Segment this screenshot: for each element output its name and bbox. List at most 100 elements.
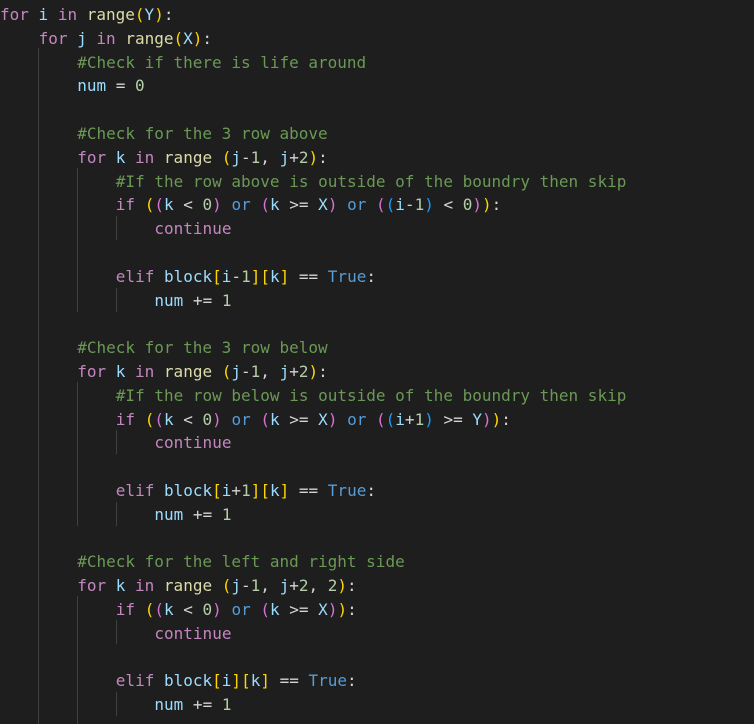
code-token: j	[279, 147, 290, 167]
code-line[interactable]: continue	[154, 431, 231, 455]
code-token: k	[270, 409, 280, 429]
code-line[interactable]: for k in range (j-1, j+2, 2):	[77, 574, 356, 598]
code-token: >=	[279, 409, 319, 429]
code-line[interactable]: elif block[i+1][k] == True:	[116, 479, 376, 503]
code-token: )	[337, 576, 348, 596]
code-token: if	[115, 195, 136, 215]
code-token: j	[77, 28, 87, 48]
code-token: -	[404, 195, 415, 215]
code-token: num	[154, 504, 184, 524]
code-line[interactable]: num += 1	[154, 503, 231, 527]
code-token: j	[231, 362, 242, 381]
code-line[interactable]: for j in range(X):	[39, 27, 212, 51]
code-line[interactable]: #Check for the 3 row above	[77, 122, 327, 146]
code-line[interactable]: #Check for the 3 row below	[77, 336, 327, 360]
code-token: range	[125, 28, 174, 48]
code-token: [	[260, 266, 270, 286]
code-token: :	[366, 266, 376, 286]
code-token: )	[472, 195, 483, 215]
code-line[interactable]: #Check if there is life around	[77, 51, 366, 75]
code-token: +=	[183, 504, 222, 524]
code-token: >=	[279, 600, 319, 619]
code-token: continue	[154, 433, 232, 453]
code-token: [	[241, 671, 251, 691]
code-token: )	[337, 600, 348, 619]
code-editor[interactable]: for i in range(Y): for j in range(X): #Che…	[0, 0, 754, 724]
code-line[interactable]: elif block[i-1][k] == True:	[116, 265, 376, 289]
code-token: for	[77, 147, 107, 167]
code-token: )	[327, 409, 338, 429]
code-token: (	[221, 576, 232, 596]
code-line[interactable]: num += 1	[154, 289, 231, 313]
code-token: in	[135, 576, 155, 596]
code-token: +=	[183, 290, 222, 310]
code-token: or	[231, 600, 251, 619]
code-token: [	[212, 671, 222, 691]
indent-guide	[116, 620, 117, 644]
code-token: (	[221, 147, 232, 167]
code-line[interactable]: num = 0	[77, 74, 144, 98]
code-line[interactable]: continue	[154, 217, 231, 241]
code-token: )	[491, 409, 502, 429]
code-token: >=	[433, 409, 473, 429]
code-line[interactable]: #If the row below is outside of the boun…	[116, 384, 627, 408]
code-token: (	[260, 409, 270, 429]
code-token: num	[77, 76, 107, 96]
code-token: i	[221, 671, 232, 691]
code-line[interactable]: for i in range(Y):	[0, 3, 173, 27]
code-token: :	[202, 28, 213, 48]
code-token: k	[269, 266, 280, 286]
code-line[interactable]: if ((k < 0) or (k >= X)):	[116, 598, 357, 622]
code-line[interactable]: elif block[i][k] == True:	[116, 669, 357, 693]
code-token: [	[260, 481, 270, 500]
code-line[interactable]: num += 1	[154, 693, 231, 717]
code-line[interactable]: for k in range (j-1, j+2):	[77, 360, 328, 384]
code-token: 1	[250, 147, 261, 167]
code-token: 1	[414, 409, 425, 429]
code-line[interactable]: #Check for the left and right side	[77, 550, 405, 574]
code-token: 0	[202, 195, 213, 215]
code-line[interactable]: if ((k < 0) or (k >= X) or ((i+1) >= Y))…	[116, 408, 511, 432]
code-token: i	[221, 481, 232, 500]
code-token: j	[231, 147, 242, 167]
code-token: (	[144, 600, 155, 619]
indent-guide	[38, 48, 39, 724]
code-token: range	[163, 147, 213, 167]
code-line[interactable]: if ((k < 0) or (k >= X) or ((i-1) < 0)):	[116, 193, 502, 217]
code-token: )	[192, 28, 203, 48]
code-token: block	[163, 671, 213, 691]
code-line[interactable]: for k in range (j-1, j+2):	[77, 146, 328, 170]
code-token: -	[231, 266, 242, 286]
code-line[interactable]: continue	[154, 622, 231, 646]
code-token: (	[376, 195, 386, 215]
code-token: (	[154, 195, 164, 215]
code-token: 0	[202, 409, 213, 429]
code-token: (	[221, 362, 232, 381]
indent-guide	[116, 288, 117, 312]
code-token: )	[212, 195, 222, 215]
code-token: ,	[308, 576, 328, 596]
code-line[interactable]: #If the row above is outside of the boun…	[116, 170, 627, 194]
code-token: -	[241, 362, 251, 381]
code-token: block	[163, 481, 213, 500]
code-token: k	[163, 195, 174, 215]
code-token: i	[221, 266, 232, 286]
code-token: in	[135, 147, 155, 167]
code-token: ==	[289, 266, 328, 286]
code-token: +	[231, 481, 242, 500]
code-token: -	[241, 147, 251, 167]
